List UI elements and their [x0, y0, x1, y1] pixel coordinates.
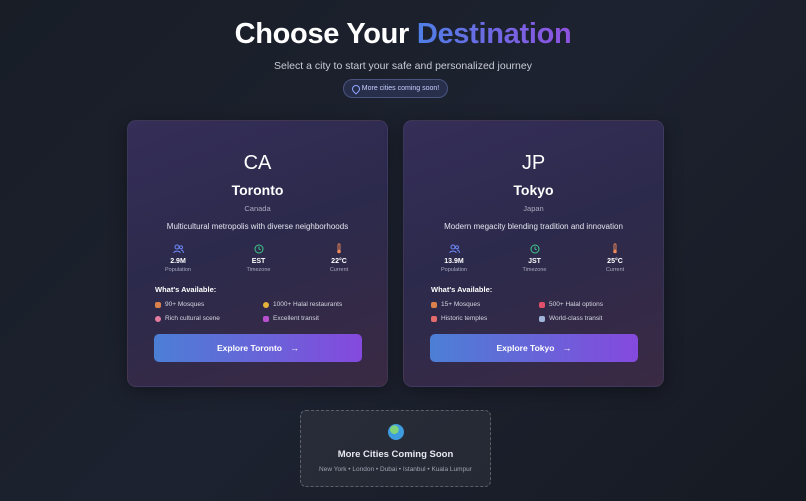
- arrow-right-icon: →: [290, 343, 299, 353]
- culture-icon: [155, 315, 161, 322]
- stat-value: 22°C: [331, 258, 347, 265]
- stat-label: Population: [441, 267, 467, 273]
- city-name: Tokyo: [513, 182, 554, 198]
- city-stats: 13.9M Population JST Timezone 25°C Curre…: [424, 243, 645, 273]
- stat-value: 2.9M: [170, 258, 186, 265]
- page-title: Choose Your Destination: [0, 18, 806, 51]
- mosque-icon: [155, 301, 161, 308]
- available-title: What's Available:: [155, 285, 217, 294]
- city-card-toronto[interactable]: CA Toronto Canada Multicultural metropol…: [127, 120, 388, 387]
- available-title: What's Available:: [431, 285, 493, 294]
- feature-item: 90+ Mosques: [155, 301, 263, 308]
- stat-value: 25°C: [607, 258, 623, 265]
- stat-label: Timezone: [246, 267, 271, 273]
- country-name: Japan: [523, 204, 544, 213]
- more-cities-list: New York • London • Dubai • Istanbul • K…: [319, 466, 472, 473]
- stat-temperature: 22°C Current: [309, 243, 369, 273]
- stat-population: 13.9M Population: [424, 243, 484, 273]
- stat-population: 2.9M Population: [148, 243, 208, 273]
- more-cities-title: More Cities Coming Soon: [337, 449, 454, 460]
- feature-label: Rich cultural scene: [165, 315, 220, 322]
- stat-temperature: 25°C Current: [585, 243, 645, 273]
- feature-list: 15+ Mosques 500+ Halal options Historic …: [431, 301, 641, 322]
- thermometer-icon: [585, 243, 645, 254]
- feature-item: 1000+ Halal restaurants: [263, 301, 365, 308]
- location-pin-icon: [352, 85, 358, 92]
- stat-timezone: JST Timezone: [505, 243, 565, 273]
- feature-item: Excellent transit: [263, 315, 365, 322]
- thermometer-icon: [309, 243, 369, 254]
- feature-item: 500+ Halal options: [539, 301, 641, 308]
- page-subtitle: Select a city to start your safe and per…: [274, 60, 532, 72]
- stat-label: Current: [605, 267, 625, 273]
- feature-label: 90+ Mosques: [165, 301, 205, 308]
- explore-toronto-button[interactable]: Explore Toronto →: [154, 334, 362, 362]
- feature-list: 90+ Mosques 1000+ Halal restaurants Rich…: [155, 301, 365, 322]
- explore-button-label: Explore Tokyo: [496, 343, 555, 353]
- stat-label: Current: [329, 267, 349, 273]
- stat-value: 13.9M: [444, 258, 464, 265]
- feature-label: 15+ Mosques: [441, 301, 481, 308]
- country-code: CA: [243, 152, 272, 174]
- city-description: Multicultural metropolis with diverse ne…: [166, 222, 349, 231]
- feature-label: Excellent transit: [273, 315, 319, 322]
- feature-item: Rich cultural scene: [155, 315, 263, 322]
- arrow-right-icon: →: [562, 343, 572, 353]
- restaurant-icon: [263, 301, 269, 308]
- city-name: Toronto: [231, 182, 284, 198]
- mosque-icon: [431, 301, 437, 308]
- stat-value: EST: [251, 258, 266, 265]
- clock-icon: [229, 243, 289, 254]
- temple-icon: [431, 315, 437, 322]
- feature-label: Historic temples: [441, 315, 488, 322]
- country-name: Canada: [244, 204, 271, 213]
- feature-item: 15+ Mosques: [431, 301, 539, 308]
- coming-soon-badge-label: More cities coming soon!: [361, 85, 440, 92]
- coming-soon-badge: More cities coming soon!: [343, 79, 448, 98]
- food-icon: [539, 301, 545, 308]
- train-icon: [539, 315, 545, 322]
- stat-label: Population: [165, 267, 191, 273]
- more-cities-card: More Cities Coming Soon New York • Londo…: [300, 410, 491, 487]
- feature-item: Historic temples: [431, 315, 539, 322]
- stat-timezone: EST Timezone: [229, 243, 289, 273]
- country-code: JP: [521, 152, 546, 174]
- feature-item: World-class transit: [539, 315, 641, 322]
- explore-tokyo-button[interactable]: Explore Tokyo →: [430, 334, 638, 362]
- feature-label: 1000+ Halal restaurants: [273, 301, 343, 308]
- city-stats: 2.9M Population EST Timezone 22°C Curren…: [148, 243, 369, 273]
- stat-value: JST: [528, 258, 541, 265]
- clock-icon: [505, 243, 565, 254]
- feature-label: 500+ Halal options: [549, 301, 604, 308]
- users-icon: [424, 243, 484, 254]
- feature-label: World-class transit: [549, 315, 603, 322]
- stat-label: Timezone: [522, 267, 547, 273]
- transit-icon: [263, 315, 269, 322]
- globe-icon: [388, 424, 404, 440]
- title-accent: Destination: [416, 18, 572, 50]
- city-description: Modern megacity blending tradition and i…: [444, 222, 623, 231]
- city-card-tokyo[interactable]: JP Tokyo Japan Modern megacity blending …: [403, 120, 664, 387]
- explore-button-label: Explore Toronto: [216, 343, 282, 353]
- title-prefix: Choose Your: [234, 18, 417, 50]
- users-icon: [148, 243, 208, 254]
